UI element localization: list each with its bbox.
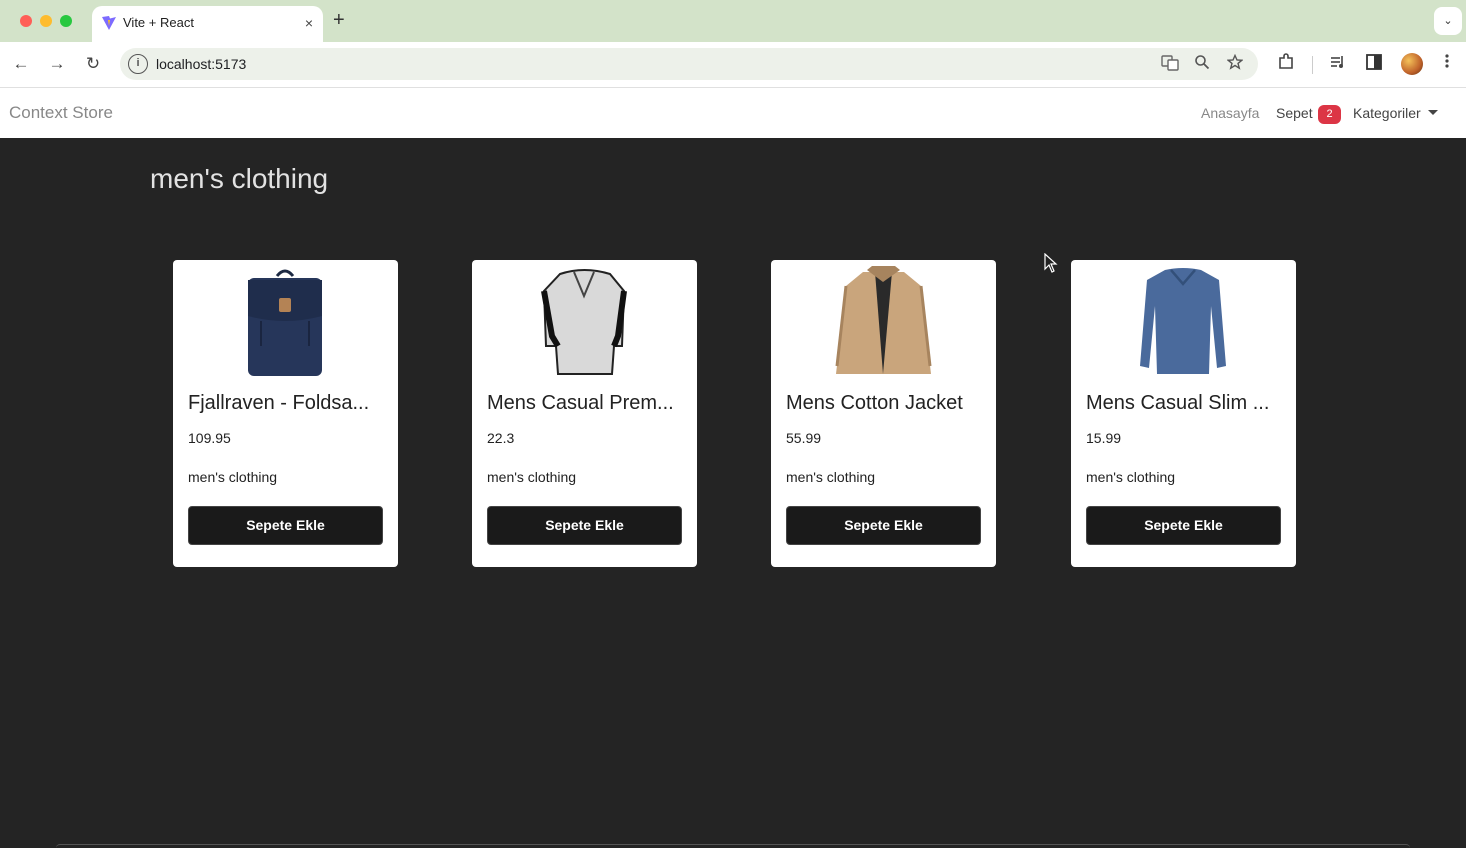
new-tab-button[interactable]: +: [333, 8, 345, 32]
product-price: 109.95: [188, 430, 231, 446]
browser-toolbar: ← → ↻ i localhost:5173: [0, 42, 1466, 88]
browser-tab-bar: Vite + React × + ⌄: [0, 0, 1466, 42]
long-sleeve-tee-image: [1140, 268, 1226, 374]
add-to-cart-button[interactable]: Sepete Ekle: [786, 506, 981, 545]
browser-tab[interactable]: Vite + React ×: [92, 6, 323, 42]
product-category: men's clothing: [1086, 469, 1176, 485]
minimize-window-button[interactable]: [40, 15, 52, 27]
brand-link[interactable]: Context Store: [9, 103, 113, 123]
product-card: Mens Casual Prem... 22.3 men's clothing …: [472, 260, 697, 567]
more-menu-icon[interactable]: [1436, 53, 1458, 75]
address-bar[interactable]: i localhost:5173: [120, 48, 1258, 80]
vite-logo-icon: [102, 16, 116, 30]
add-to-cart-button[interactable]: Sepete Ekle: [188, 506, 383, 545]
tab-close-icon[interactable]: ×: [305, 14, 313, 32]
reload-icon[interactable]: ↻: [81, 52, 105, 76]
nav-categories-dropdown[interactable]: Kategoriler: [1353, 104, 1421, 122]
product-price: 55.99: [786, 430, 822, 446]
backpack-image: [248, 269, 322, 376]
product-price: 22.3: [487, 430, 515, 446]
product-card: Mens Cotton Jacket 55.99 men's clothing …: [771, 260, 996, 567]
bookmark-star-icon[interactable]: [1225, 53, 1245, 74]
product-title[interactable]: Mens Casual Slim ...: [1086, 391, 1286, 415]
henley-shirt-image: [541, 269, 627, 375]
profile-avatar[interactable]: [1401, 53, 1423, 75]
extensions-icon[interactable]: [1275, 53, 1297, 75]
site-info-icon[interactable]: i: [128, 54, 148, 74]
page-title: men's clothing: [150, 163, 329, 194]
product-price: 15.99: [1086, 430, 1122, 446]
nav-home-link[interactable]: Anasayfa: [1201, 104, 1259, 122]
tab-title: Vite + React: [123, 15, 194, 30]
forward-icon[interactable]: →: [45, 52, 69, 76]
page-bottom-edge: [56, 844, 1410, 848]
product-category: men's clothing: [786, 469, 876, 485]
mouse-cursor-icon: [1044, 253, 1058, 273]
translate-icon[interactable]: [1160, 54, 1180, 74]
cotton-jacket-image: [835, 266, 932, 374]
add-to-cart-button[interactable]: Sepete Ekle: [1086, 506, 1281, 545]
tab-search-button[interactable]: ⌄: [1434, 7, 1462, 35]
product-category: men's clothing: [487, 469, 577, 485]
close-window-button[interactable]: [20, 15, 32, 27]
nav-cart-link[interactable]: Sepet: [1276, 104, 1313, 122]
side-panel-icon[interactable]: [1363, 53, 1385, 75]
cart-count-badge: 2: [1318, 105, 1341, 124]
back-icon[interactable]: ←: [9, 52, 33, 76]
product-category: men's clothing: [188, 469, 278, 485]
chevron-down-icon: [1428, 110, 1438, 115]
store-navbar: Context Store Anasayfa Sepet 2 Kategoril…: [0, 88, 1466, 138]
media-controls-icon[interactable]: [1327, 53, 1349, 75]
product-title[interactable]: Fjallraven - Foldsa...: [188, 391, 388, 415]
product-card: Fjallraven - Foldsa... 109.95 men's clot…: [173, 260, 398, 567]
product-card: Mens Casual Slim ... 15.99 men's clothin…: [1071, 260, 1296, 567]
toolbar-divider: [1312, 56, 1313, 74]
add-to-cart-button[interactable]: Sepete Ekle: [487, 506, 682, 545]
zoom-icon[interactable]: [1192, 54, 1212, 74]
product-title[interactable]: Mens Casual Prem...: [487, 391, 687, 415]
url-text[interactable]: localhost:5173: [156, 55, 246, 73]
product-title[interactable]: Mens Cotton Jacket: [786, 391, 986, 415]
maximize-window-button[interactable]: [60, 15, 72, 27]
